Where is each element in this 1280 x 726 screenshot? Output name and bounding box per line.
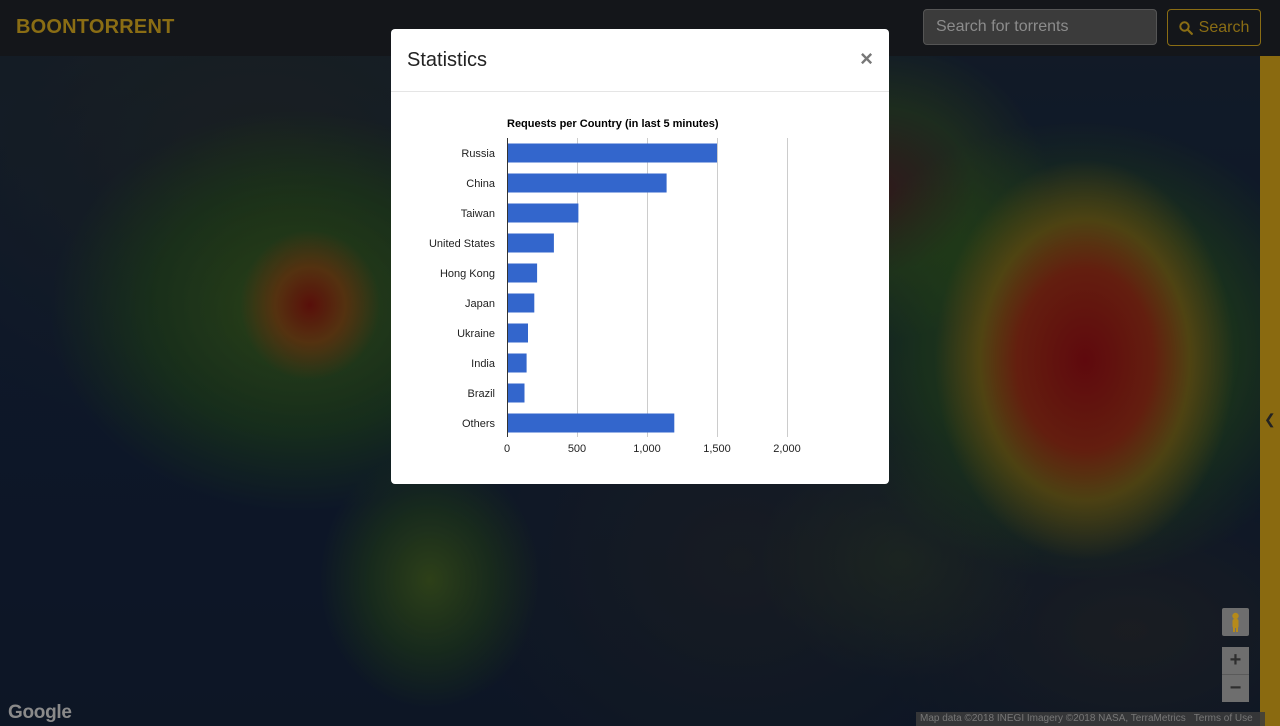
terms-of-use-link[interactable]: Terms of Use xyxy=(1194,713,1253,724)
search-icon xyxy=(1178,20,1193,35)
bar-japan[interactable] xyxy=(507,293,535,313)
search-button[interactable]: Search xyxy=(1167,9,1261,46)
bar-hong-kong[interactable] xyxy=(507,263,538,283)
bar-taiwan[interactable] xyxy=(507,203,579,223)
map-attribution: Map data ©2018 INEGI Imagery ©2018 NASA,… xyxy=(916,712,1265,726)
chart-bars xyxy=(507,143,717,433)
brand-logo[interactable]: BOONTORRENT xyxy=(16,16,175,39)
bar-india[interactable] xyxy=(507,353,527,373)
category-label: Ukraine xyxy=(457,328,495,340)
zoom-out-button[interactable]: − xyxy=(1222,675,1249,702)
category-label: Others xyxy=(462,418,496,430)
category-label: Brazil xyxy=(467,388,495,400)
bar-china[interactable] xyxy=(507,173,667,193)
requests-per-country-chart: Requests per Country (in last 5 minutes)… xyxy=(429,118,801,455)
bar-brazil[interactable] xyxy=(507,383,525,403)
bar-others[interactable] xyxy=(507,413,675,433)
modal-header: Statistics × xyxy=(391,29,889,92)
chart-tick-labels: 0 500 1,000 1,500 2,000 xyxy=(504,443,801,455)
search-input[interactable] xyxy=(923,9,1157,45)
side-panel-toggle[interactable]: ❮ xyxy=(1260,56,1280,726)
category-label: Hong Kong xyxy=(440,268,495,280)
chart-title: Requests per Country (in last 5 minutes) xyxy=(507,118,719,130)
map-data-credit: Map data ©2018 INEGI Imagery ©2018 NASA,… xyxy=(920,713,1186,724)
x-tick-label: 0 xyxy=(504,443,510,455)
x-tick-label: 500 xyxy=(568,443,586,455)
x-tick-label: 2,000 xyxy=(773,443,801,455)
zoom-in-button[interactable]: + xyxy=(1222,647,1249,675)
bar-ukraine[interactable] xyxy=(507,323,528,343)
category-label: Taiwan xyxy=(461,208,495,220)
bar-united-states[interactable] xyxy=(507,233,554,253)
street-view-pegman[interactable] xyxy=(1222,608,1249,636)
category-label: China xyxy=(466,178,496,190)
google-logo: Google xyxy=(8,702,72,723)
bar-russia[interactable] xyxy=(507,143,717,163)
x-tick-label: 1,000 xyxy=(633,443,661,455)
search-button-label: Search xyxy=(1198,18,1250,36)
category-label: Russia xyxy=(461,148,496,160)
category-label: United States xyxy=(429,238,496,250)
category-label: India xyxy=(471,358,496,370)
close-icon[interactable]: × xyxy=(860,48,873,70)
pegman-icon xyxy=(1232,612,1239,632)
chevron-left-icon: ❮ xyxy=(1264,411,1276,427)
modal-title: Statistics xyxy=(407,49,488,71)
category-label: Japan xyxy=(465,298,495,310)
statistics-modal: Statistics × Requests per Country (in la… xyxy=(391,29,889,484)
chart-category-labels: Russia China Taiwan United States Hong Kong J… xyxy=(429,148,496,430)
x-tick-label: 1,500 xyxy=(703,443,731,455)
